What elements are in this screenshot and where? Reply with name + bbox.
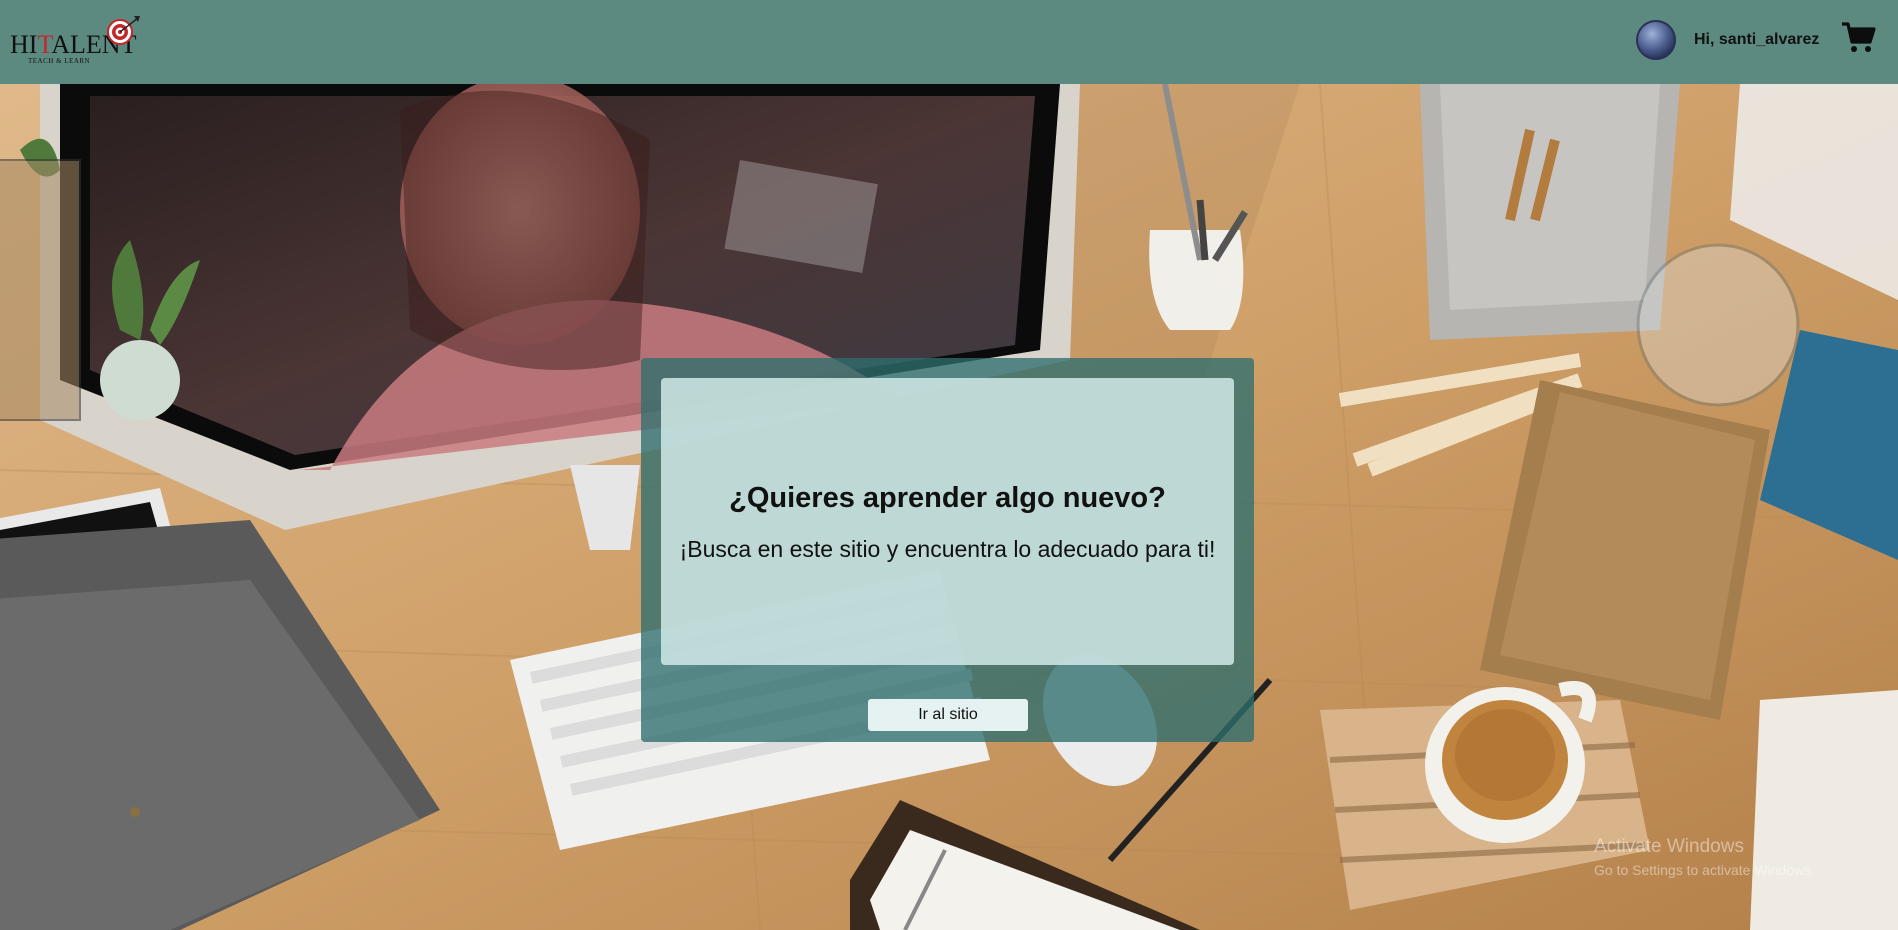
shopping-cart-icon[interactable] [1840, 20, 1876, 56]
go-to-site-button[interactable]: Ir al sitio [868, 699, 1028, 731]
hitalent-logo[interactable]: HITALENT TEACH & LEARN [8, 10, 140, 72]
dialog-subtitle: ¡Busca en este sitio y encuentra lo adec… [679, 536, 1216, 562]
target-arrow-icon [107, 16, 140, 45]
logo-tagline: TEACH & LEARN [28, 57, 91, 65]
welcome-card: ¿Quieres aprender algo nuevo? ¡Busca en … [661, 378, 1234, 665]
windows-activation-watermark: Activate Windows Go to Settings to activ… [1594, 836, 1815, 878]
top-navbar: HITALENT TEACH & LEARN Hi, santi_alvarez [0, 0, 1898, 84]
dialog-title: ¿Quieres aprender algo nuevo? [729, 482, 1166, 514]
user-greeting[interactable]: Hi, santi_alvarez [1694, 31, 1819, 49]
watermark-title: Activate Windows [1594, 836, 1744, 857]
user-avatar[interactable] [1636, 20, 1676, 60]
welcome-dialog: ¿Quieres aprender algo nuevo? ¡Busca en … [641, 358, 1254, 742]
watermark-subtitle: Go to Settings to activate Windows. [1594, 862, 1815, 878]
